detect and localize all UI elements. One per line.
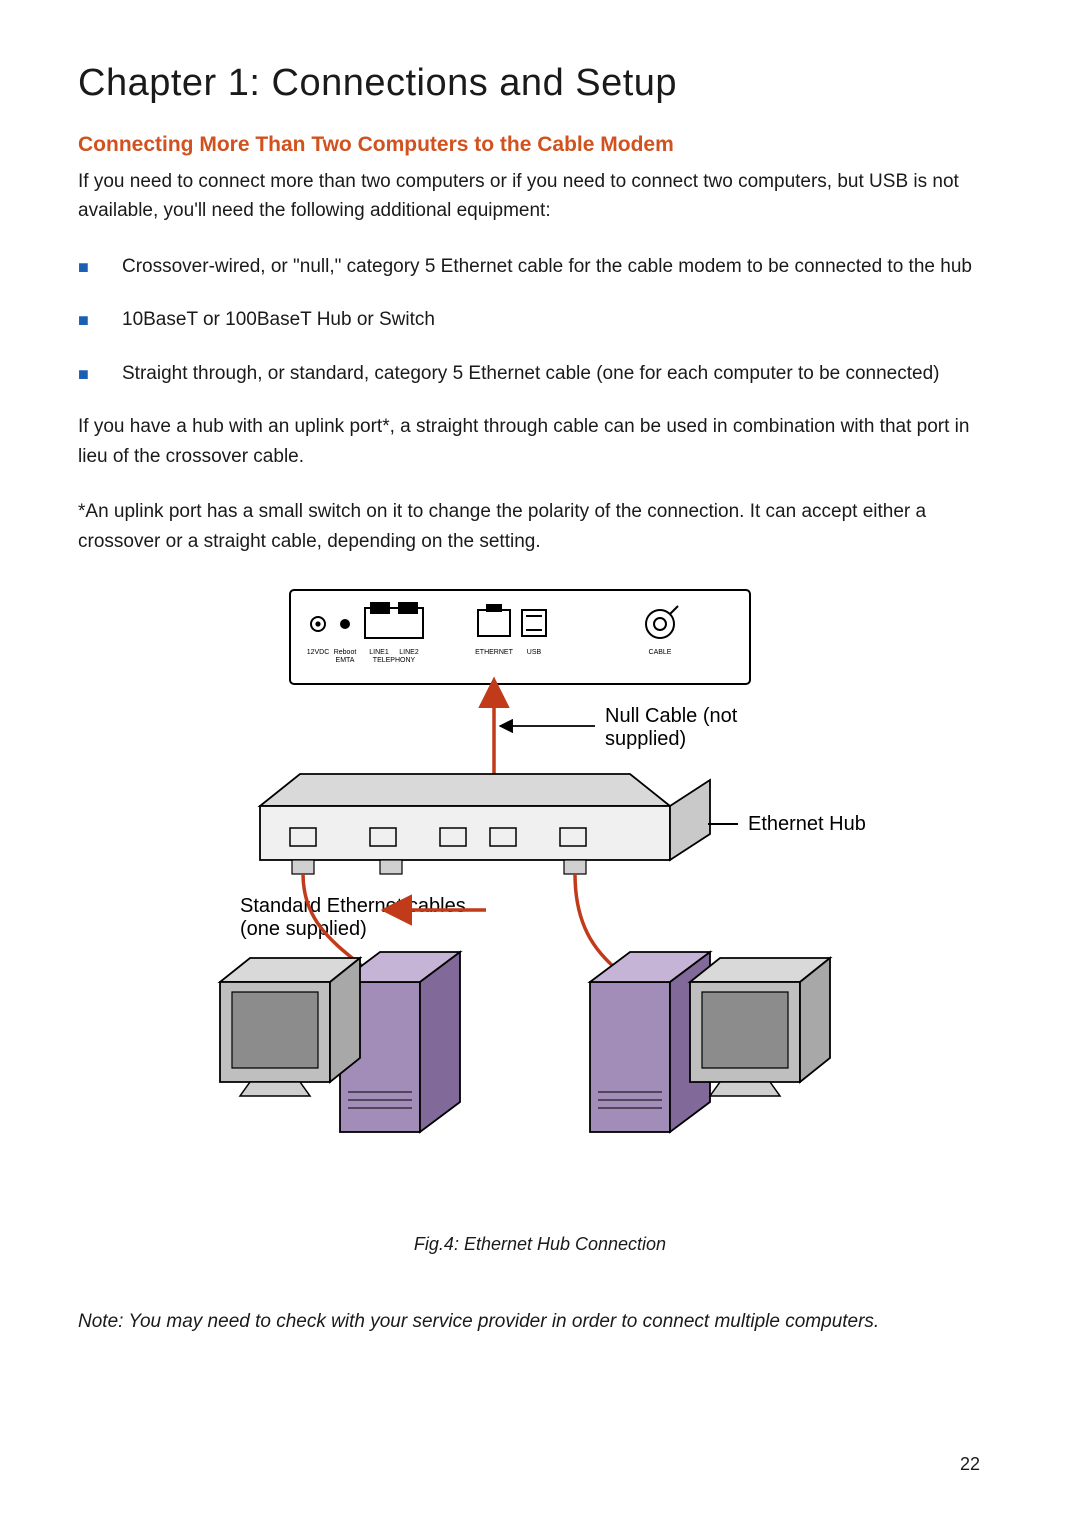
computer-right-icon [590,952,830,1132]
footnote-paragraph: *An uplink port has a small switch on it… [78,497,1002,556]
ethernet-hub-icon [260,774,710,874]
list-item: Crossover-wired, or "null," category 5 E… [78,252,1002,281]
modem-icon: 12VDC Reboot EMTA LINE1 LINE2 TELEPHONY … [290,590,750,684]
list-item: Straight through, or standard, category … [78,359,1002,388]
null-cable-label: Null Cable (not [605,705,738,727]
ethernet-hub-diagram: 12VDC Reboot EMTA LINE1 LINE2 TELEPHONY … [190,582,890,1202]
chapter-title: Chapter 1: Connections and Setup [78,62,1002,105]
port-label: 12VDC [307,649,330,656]
equipment-list: Crossover-wired, or "null," category 5 E… [78,252,1002,388]
uplink-paragraph: If you have a hub with an uplink port*, … [78,412,1002,471]
std-cable-label: Standard Ethernet cables [240,895,466,917]
page-number: 22 [960,1454,980,1475]
port-label: LINE1 [369,649,389,656]
port-label: USB [527,649,542,656]
list-item: 10BaseT or 100BaseT Hub or Switch [78,305,1002,334]
section-title: Connecting More Than Two Computers to th… [78,133,1002,157]
port-label: CABLE [649,649,672,656]
null-cable-label2: supplied) [605,728,686,750]
figure-caption: Fig.4: Ethernet Hub Connection [414,1234,666,1255]
port-label: LINE2 [399,649,419,656]
computer-left-icon [220,952,460,1132]
port-label: ETHERNET [475,649,513,656]
note: Note: You may need to check with your se… [78,1311,1002,1333]
ethernet-hub-label: Ethernet Hub [748,813,866,835]
port-label: TELEPHONY [373,657,416,664]
figure: 12VDC Reboot EMTA LINE1 LINE2 TELEPHONY … [78,582,1002,1255]
port-label: Reboot [334,649,357,656]
intro-paragraph: If you need to connect more than two com… [78,167,1002,226]
page: Chapter 1: Connections and Setup Connect… [0,0,1080,1527]
port-label: EMTA [336,657,355,664]
std-cable-label2: (one supplied) [240,918,367,940]
